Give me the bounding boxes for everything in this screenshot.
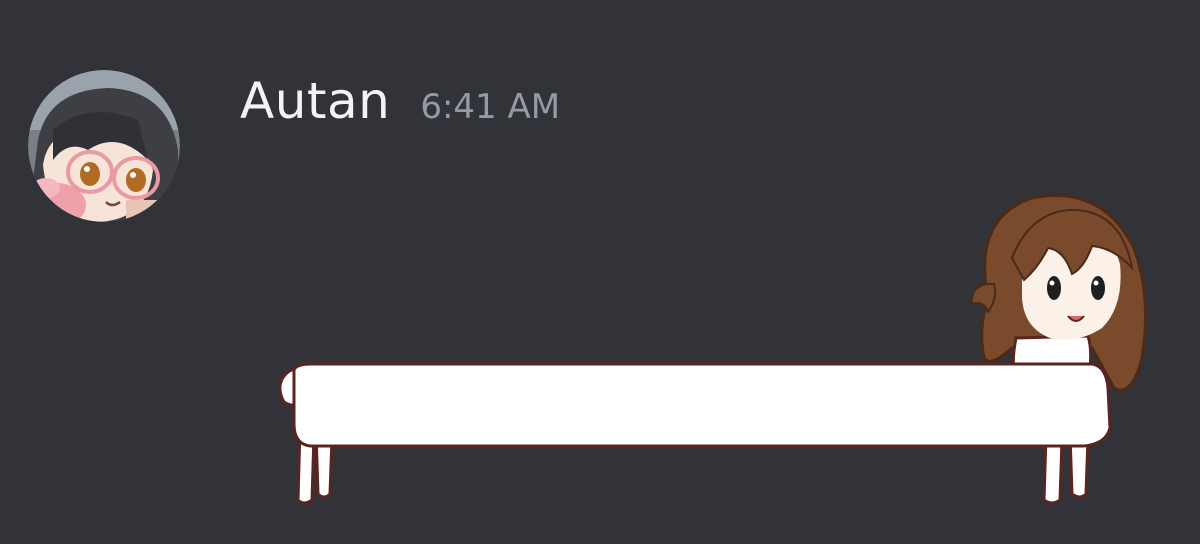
timestamp: 6:41 AM (420, 87, 561, 127)
user-avatar[interactable] (28, 70, 180, 222)
sticker-image[interactable] (272, 188, 1164, 514)
long-llama-sticker (278, 194, 1148, 505)
avatar-image (28, 70, 180, 222)
message-header: Autan 6:41 AM (240, 72, 560, 130)
chat-message: Autan 6:41 AM (0, 0, 1200, 544)
username[interactable]: Autan (240, 72, 390, 130)
